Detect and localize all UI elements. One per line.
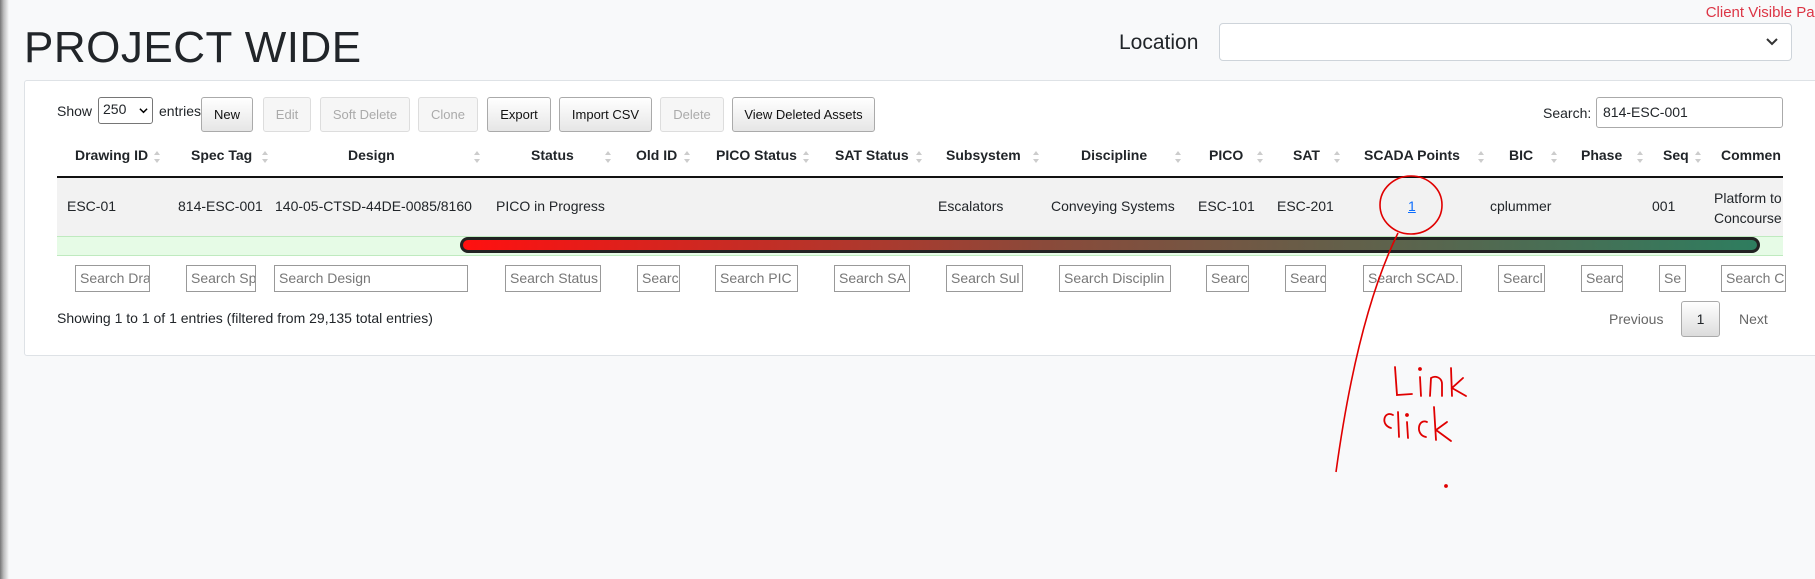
cell-seq: 001: [1652, 198, 1676, 214]
horizontal-scrollbar-thumb[interactable]: [460, 237, 1760, 253]
filter-old-id[interactable]: Searc: [637, 265, 680, 292]
filter-spec-tag[interactable]: Search Sp: [186, 265, 256, 292]
scada-points-link[interactable]: 1: [1408, 198, 1416, 214]
table-info: Showing 1 to 1 of 1 entries (filtered fr…: [57, 310, 433, 326]
cell-bic: cplummer: [1490, 198, 1552, 214]
page-title: PROJECT WIDE: [24, 23, 362, 72]
comment-line-1: Platform to: [1714, 190, 1782, 206]
column-header-pico-status[interactable]: PICO Status: [716, 147, 797, 163]
sort-icon: [1175, 151, 1181, 163]
sort-icon: [1551, 151, 1557, 163]
pagination-next[interactable]: Next: [1739, 311, 1768, 327]
search-input[interactable]: 814-ESC-001: [1596, 97, 1783, 128]
column-header-status[interactable]: Status: [531, 147, 574, 163]
column-header-bic[interactable]: BIC: [1509, 147, 1533, 163]
filter-pico-status[interactable]: Search PIC: [715, 265, 798, 292]
filter-sat-status[interactable]: Search SA: [834, 265, 910, 292]
column-header-drawing-id[interactable]: Drawing ID: [75, 147, 148, 163]
length-entries-label: entries: [159, 103, 202, 119]
filter-subsystem[interactable]: Search Sul: [946, 265, 1023, 292]
column-header-sat[interactable]: SAT: [1293, 147, 1320, 163]
annotation-handwriting: [1383, 366, 1467, 488]
filter-design[interactable]: Search Design: [274, 265, 468, 292]
export-button[interactable]: Export: [487, 97, 551, 132]
sort-icon: [803, 151, 809, 163]
entries-per-page-value: 250: [103, 101, 127, 117]
clone-button[interactable]: Clone: [418, 97, 478, 132]
view-deleted-assets-button[interactable]: View Deleted Assets: [732, 97, 875, 132]
sort-icon: [916, 151, 922, 163]
cell-spec-tag: 814-ESC-001: [178, 198, 263, 214]
filter-discipline[interactable]: Search Disciplin: [1059, 265, 1171, 292]
sort-icon: [262, 151, 268, 163]
chevron-down-icon: [139, 108, 148, 114]
filter-comment[interactable]: Search C: [1721, 265, 1786, 292]
filter-phase[interactable]: Searc: [1581, 265, 1623, 292]
sort-icon: [684, 151, 690, 163]
column-header-old-id[interactable]: Old ID: [636, 147, 677, 163]
column-header-sat-status[interactable]: SAT Status: [835, 147, 909, 163]
client-visible-note: Client Visible Pag: [1705, 4, 1815, 21]
sort-icon: [605, 151, 611, 163]
sort-icon: [474, 151, 480, 163]
length-show-label: Show: [57, 103, 93, 119]
filter-sat[interactable]: Searc: [1285, 265, 1326, 292]
cell-drawing-id: ESC-01: [67, 198, 117, 214]
sort-icon: [1257, 151, 1263, 163]
column-header-spec-tag[interactable]: Spec Tag: [191, 147, 252, 163]
sort-icon: [154, 151, 160, 163]
search-label: Search:: [1543, 105, 1592, 121]
location-select[interactable]: [1219, 23, 1792, 61]
chevron-down-icon: [1766, 38, 1778, 46]
entries-per-page-select[interactable]: 250: [98, 97, 153, 124]
cell-design: 140-05-CTSD-44DE-0085/8160: [275, 198, 472, 214]
soft-delete-button[interactable]: Soft Delete: [320, 97, 410, 132]
column-header-pico[interactable]: PICO: [1209, 147, 1243, 163]
column-header-design[interactable]: Design: [348, 147, 395, 163]
filter-bic[interactable]: Searcl: [1498, 265, 1545, 292]
cell-sat: ESC-201: [1277, 198, 1334, 214]
sort-icon: [1478, 151, 1484, 163]
sort-icon: [1695, 151, 1701, 163]
pagination-page-1[interactable]: 1: [1681, 301, 1720, 337]
filter-scada-points[interactable]: Search SCAD.: [1363, 265, 1462, 292]
comment-line-2: Concourse: [1714, 210, 1782, 226]
delete-button[interactable]: Delete: [660, 97, 724, 132]
sort-icon: [1637, 151, 1643, 163]
column-header-subsystem[interactable]: Subsystem: [946, 147, 1021, 163]
cell-discipline: Conveying Systems: [1051, 198, 1175, 214]
filter-pico[interactable]: Searc: [1206, 265, 1249, 292]
column-header-discipline[interactable]: Discipline: [1081, 147, 1147, 163]
sort-icon: [1334, 151, 1340, 163]
cell-pico: ESC-101: [1198, 198, 1255, 214]
cell-subsystem: Escalators: [938, 198, 1004, 214]
filter-seq[interactable]: Se: [1659, 265, 1686, 292]
window-edge-shadow: [0, 0, 9, 579]
filter-drawing-id[interactable]: Search Dra: [75, 265, 150, 292]
cell-status: PICO in Progress: [496, 198, 605, 214]
column-header-phase[interactable]: Phase: [1581, 147, 1622, 163]
filter-status[interactable]: Search Status: [505, 265, 601, 292]
column-header-seq[interactable]: Seq: [1663, 147, 1689, 163]
cell-comment: Platform to Concourse: [1714, 188, 1794, 228]
column-header-comment[interactable]: Commen: [1721, 147, 1781, 163]
import-csv-button[interactable]: Import CSV: [559, 97, 652, 132]
sort-icon: [1033, 151, 1039, 163]
column-header-scada-points[interactable]: SCADA Points: [1364, 147, 1460, 163]
new-button[interactable]: New: [201, 97, 253, 132]
pagination-previous[interactable]: Previous: [1609, 311, 1663, 327]
location-label: Location: [1119, 31, 1199, 54]
edit-button[interactable]: Edit: [263, 97, 311, 132]
